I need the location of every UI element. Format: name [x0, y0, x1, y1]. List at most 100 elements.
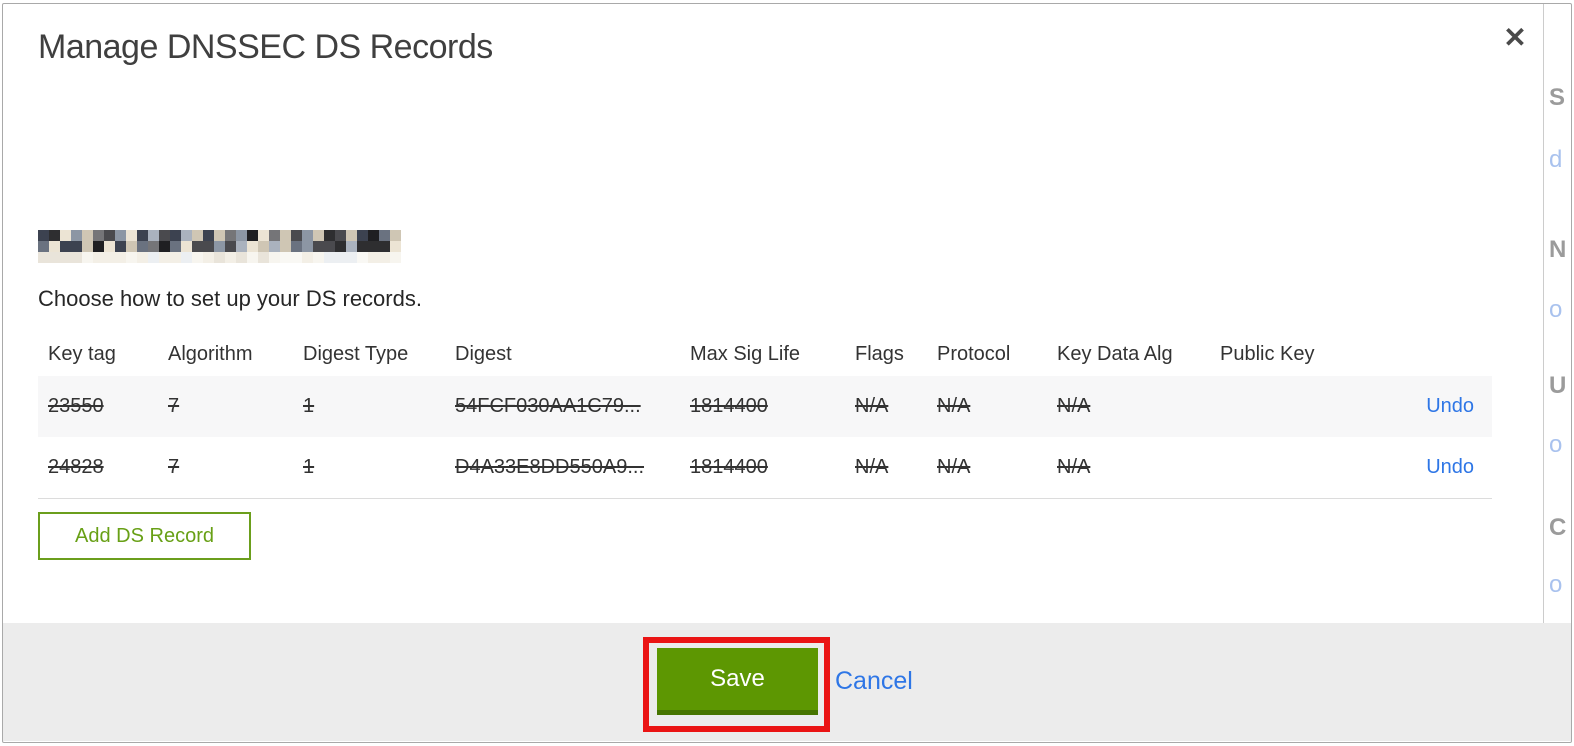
redacted-pixel — [192, 241, 203, 252]
redacted-pixel — [258, 241, 269, 252]
close-icon[interactable]: ✕ — [1499, 22, 1531, 54]
ds-records-table: Key tag Algorithm Digest Type Digest Max… — [38, 332, 1492, 499]
redacted-pixel — [357, 252, 368, 263]
cell-digest: 54FCF030AA1C79... — [455, 395, 641, 417]
background-text-fragment: U — [1549, 372, 1567, 399]
redacted-pixel — [93, 252, 104, 263]
redacted-pixel — [379, 230, 390, 241]
redacted-pixel — [236, 241, 247, 252]
undo-link[interactable]: Undo — [1362, 395, 1474, 418]
cell-key-data-alg: N/A — [1057, 395, 1091, 417]
redacted-pixel — [203, 252, 214, 263]
redacted-pixel — [137, 230, 148, 241]
redacted-pixel — [379, 241, 390, 252]
background-text-fragment: S — [1549, 84, 1566, 111]
redacted-pixel — [104, 241, 115, 252]
redacted-pixel — [280, 252, 291, 263]
redacted-pixel — [192, 230, 203, 241]
redacted-pixel — [170, 252, 181, 263]
column-header-public-key: Public Key — [1220, 342, 1315, 365]
redacted-pixel — [60, 241, 71, 252]
undo-link[interactable]: Undo — [1362, 456, 1474, 479]
save-button[interactable]: Save — [657, 648, 818, 715]
redacted-pixel — [368, 252, 379, 263]
redacted-pixel — [214, 241, 225, 252]
redacted-pixel — [225, 252, 236, 263]
cell-protocol: N/A — [937, 456, 971, 478]
background-text-fragment: N — [1549, 236, 1567, 263]
cell-digest-type: 1 — [303, 456, 315, 478]
redacted-pixel — [71, 252, 82, 263]
redacted-pixel — [71, 241, 82, 252]
redacted-pixel — [247, 241, 258, 252]
redacted-pixel — [225, 230, 236, 241]
table-row: 24828 7 1 D4A33E8DD550A9... 1814400 N/A … — [38, 437, 1492, 499]
redacted-pixel — [335, 252, 346, 263]
redacted-pixel — [115, 230, 126, 241]
redacted-pixel — [38, 230, 49, 241]
redacted-pixel — [390, 230, 401, 241]
dnssec-ds-records-modal: Manage DNSSEC DS Records ✕ Choose how to… — [0, 0, 1574, 746]
redacted-pixel — [203, 230, 214, 241]
redacted-pixel — [324, 241, 335, 252]
redacted-pixel — [159, 230, 170, 241]
redacted-pixel — [203, 241, 214, 252]
redacted-pixel — [258, 252, 269, 263]
cell-key-tag: 24828 — [48, 456, 104, 478]
redacted-pixel — [214, 230, 225, 241]
column-header-flags: Flags — [855, 342, 904, 365]
redacted-pixel — [71, 230, 82, 241]
redacted-pixel — [60, 252, 71, 263]
column-header-digest: Digest — [455, 342, 512, 365]
redacted-pixel — [159, 252, 170, 263]
cell-key-tag: 23550 — [48, 395, 104, 417]
redacted-pixel — [60, 230, 71, 241]
redacted-pixel — [225, 241, 236, 252]
redacted-pixel — [38, 252, 49, 263]
redacted-pixel — [93, 241, 104, 252]
redacted-pixel — [115, 241, 126, 252]
background-text-fragment: d — [1549, 146, 1563, 173]
redacted-pixel — [126, 230, 137, 241]
redacted-pixel — [170, 241, 181, 252]
redacted-pixel — [313, 241, 324, 252]
column-header-max-sig-life: Max Sig Life — [690, 342, 801, 365]
redacted-domain-name — [38, 230, 401, 263]
table-row: 23550 7 1 54FCF030AA1C79... 1814400 N/A … — [38, 376, 1492, 437]
redacted-pixel — [82, 230, 93, 241]
add-ds-record-button[interactable]: Add DS Record — [38, 512, 251, 560]
redacted-pixel — [269, 241, 280, 252]
redacted-pixel — [291, 252, 302, 263]
cancel-link[interactable]: Cancel — [835, 667, 913, 696]
redacted-pixel — [346, 241, 357, 252]
redacted-pixel — [214, 252, 225, 263]
redacted-pixel — [280, 230, 291, 241]
redacted-pixel — [126, 252, 137, 263]
redacted-pixel — [324, 230, 335, 241]
redacted-pixel — [357, 241, 368, 252]
cell-max-sig-life: 1814400 — [690, 456, 768, 478]
redacted-pixel — [170, 230, 181, 241]
cell-flags: N/A — [855, 395, 889, 417]
cell-algorithm: 7 — [168, 395, 180, 417]
redacted-pixel — [247, 230, 258, 241]
redacted-pixel — [269, 230, 280, 241]
redacted-pixel — [291, 230, 302, 241]
redacted-pixel — [236, 252, 247, 263]
redacted-pixel — [335, 241, 346, 252]
redacted-pixel — [104, 230, 115, 241]
redacted-pixel — [148, 252, 159, 263]
redacted-pixel — [148, 241, 159, 252]
redacted-pixel — [368, 241, 379, 252]
cell-digest-type: 1 — [303, 395, 315, 417]
redacted-pixel — [335, 230, 346, 241]
redacted-pixel — [324, 252, 335, 263]
redacted-pixel — [269, 252, 280, 263]
redacted-pixel — [390, 252, 401, 263]
redacted-pixel — [137, 252, 148, 263]
redacted-pixel — [313, 230, 324, 241]
cell-protocol: N/A — [937, 395, 971, 417]
redacted-pixel — [390, 241, 401, 252]
redacted-pixel — [49, 230, 60, 241]
redacted-pixel — [346, 230, 357, 241]
